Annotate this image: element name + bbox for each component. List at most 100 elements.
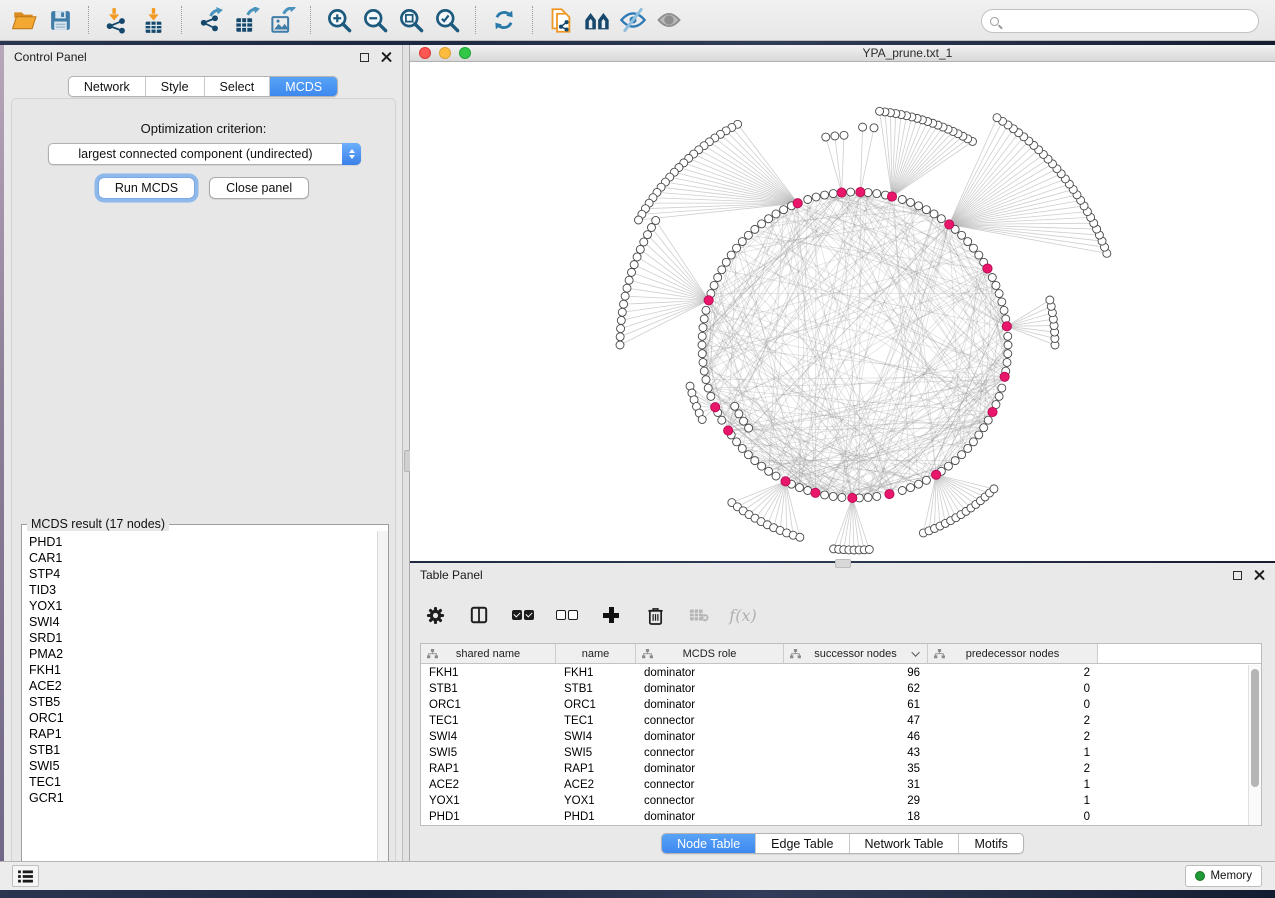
- table-scrollbar[interactable]: [1248, 665, 1261, 825]
- graph-node[interactable]: [765, 467, 773, 475]
- show-columns-button[interactable]: [464, 598, 494, 632]
- table-row[interactable]: FKH1FKH1dominator962: [421, 665, 1248, 681]
- graph-node[interactable]: [616, 341, 624, 349]
- graph-dominator-node[interactable]: [983, 264, 992, 273]
- graph-node[interactable]: [652, 216, 660, 224]
- graph-node[interactable]: [751, 457, 759, 465]
- graph-node[interactable]: [698, 416, 706, 424]
- close-panel-icon[interactable]: [381, 52, 392, 63]
- graph-node[interactable]: [898, 487, 906, 495]
- task-history-button[interactable]: [12, 865, 39, 887]
- graph-node[interactable]: [840, 131, 848, 139]
- graph-node[interactable]: [951, 457, 959, 465]
- graph-node[interactable]: [700, 315, 708, 323]
- graph-node[interactable]: [733, 438, 741, 446]
- cell-shared-name[interactable]: ORC1: [421, 699, 556, 711]
- graph-node[interactable]: [744, 231, 752, 239]
- column-header-MCDS-role[interactable]: MCDS role: [636, 644, 784, 663]
- graph-node[interactable]: [847, 188, 855, 196]
- graph-node[interactable]: [838, 493, 846, 501]
- graph-dominator-node[interactable]: [704, 296, 713, 305]
- cell-predecessor-nodes[interactable]: 0: [928, 811, 1098, 823]
- graph-dominator-node[interactable]: [885, 489, 894, 498]
- graph-node[interactable]: [1004, 332, 1012, 340]
- mcds-result-item[interactable]: TEC1: [29, 774, 377, 790]
- cell-successor-nodes[interactable]: 62: [784, 683, 928, 695]
- graph-node[interactable]: [870, 124, 878, 132]
- graph-dominator-node[interactable]: [931, 470, 940, 479]
- graph-node[interactable]: [722, 258, 730, 266]
- mcds-result-item[interactable]: STP4: [29, 566, 377, 582]
- graph-node[interactable]: [922, 476, 930, 484]
- graph-node[interactable]: [707, 392, 715, 400]
- graph-dominator-node[interactable]: [1000, 372, 1009, 381]
- graph-dominator-node[interactable]: [781, 477, 790, 486]
- cell-shared-name[interactable]: YOX1: [421, 795, 556, 807]
- graph-node[interactable]: [898, 195, 906, 203]
- graph-dominator-node[interactable]: [945, 220, 954, 229]
- cell-shared-name[interactable]: TEC1: [421, 715, 556, 727]
- close-window-button[interactable]: [419, 47, 431, 59]
- graph-node[interactable]: [620, 300, 628, 308]
- graph-dominator-node[interactable]: [811, 488, 820, 497]
- graph-node[interactable]: [795, 484, 803, 492]
- cell-name[interactable]: SWI4: [556, 731, 636, 743]
- table-row[interactable]: SWI5SWI5connector431: [421, 745, 1248, 761]
- export-image-button[interactable]: [264, 2, 300, 38]
- cell-name[interactable]: SWI5: [556, 747, 636, 759]
- graph-node[interactable]: [616, 333, 624, 341]
- graph-node[interactable]: [990, 485, 998, 493]
- cell-MCDS-role[interactable]: dominator: [636, 811, 784, 823]
- graph-node[interactable]: [821, 191, 829, 199]
- criterion-dropdown[interactable]: largest connected component (undirected): [48, 143, 361, 165]
- graph-node[interactable]: [647, 224, 655, 232]
- graph-node[interactable]: [859, 123, 867, 131]
- graph-node[interactable]: [864, 493, 872, 501]
- cell-MCDS-role[interactable]: connector: [636, 795, 784, 807]
- mcds-result-item[interactable]: CAR1: [29, 550, 377, 566]
- mcds-result-item[interactable]: ORC1: [29, 710, 377, 726]
- graph-node[interactable]: [735, 410, 743, 418]
- table-tab-network-table[interactable]: Network Table: [849, 834, 959, 853]
- cell-MCDS-role[interactable]: connector: [636, 779, 784, 791]
- table-settings-button[interactable]: [420, 598, 450, 632]
- mcds-result-item[interactable]: SWI5: [29, 758, 377, 774]
- save-session-button[interactable]: [42, 2, 78, 38]
- graph-dominator-node[interactable]: [848, 493, 857, 502]
- graph-dominator-node[interactable]: [711, 403, 720, 412]
- graph-node[interactable]: [812, 193, 820, 201]
- maximize-window-button[interactable]: [459, 47, 471, 59]
- graph-node[interactable]: [702, 306, 710, 314]
- cell-MCDS-role[interactable]: dominator: [636, 667, 784, 679]
- graph-dominator-node[interactable]: [837, 188, 846, 197]
- delete-table-button[interactable]: [684, 598, 714, 632]
- cell-successor-nodes[interactable]: 31: [784, 779, 928, 791]
- graph-node[interactable]: [698, 341, 706, 349]
- cell-name[interactable]: STB1: [556, 683, 636, 695]
- network-canvas[interactable]: [410, 62, 1275, 561]
- graph-node[interactable]: [704, 384, 712, 392]
- table-row[interactable]: TEC1TEC1connector472: [421, 713, 1248, 729]
- cell-predecessor-nodes[interactable]: 2: [928, 763, 1098, 775]
- graph-node[interactable]: [907, 198, 915, 206]
- graph-node[interactable]: [1004, 341, 1012, 349]
- mcds-result-item[interactable]: SRD1: [29, 630, 377, 646]
- graph-node[interactable]: [876, 107, 884, 115]
- mcds-result-item[interactable]: PHD1: [29, 534, 377, 550]
- table-row[interactable]: STB1STB1dominator620: [421, 681, 1248, 697]
- clone-network-button[interactable]: [543, 2, 579, 38]
- cell-MCDS-role[interactable]: connector: [636, 715, 784, 727]
- cell-MCDS-role[interactable]: dominator: [636, 683, 784, 695]
- graph-node[interactable]: [829, 190, 837, 198]
- graph-node[interactable]: [975, 431, 983, 439]
- graph-node[interactable]: [998, 298, 1006, 306]
- graph-node[interactable]: [995, 290, 1003, 298]
- cell-shared-name[interactable]: SWI5: [421, 747, 556, 759]
- memory-button[interactable]: Memory: [1185, 865, 1262, 887]
- graph-node[interactable]: [745, 424, 753, 432]
- import-table-button[interactable]: [135, 2, 171, 38]
- graph-node[interactable]: [865, 546, 873, 554]
- cell-successor-nodes[interactable]: 29: [784, 795, 928, 807]
- graph-node[interactable]: [623, 284, 631, 292]
- cell-successor-nodes[interactable]: 46: [784, 731, 928, 743]
